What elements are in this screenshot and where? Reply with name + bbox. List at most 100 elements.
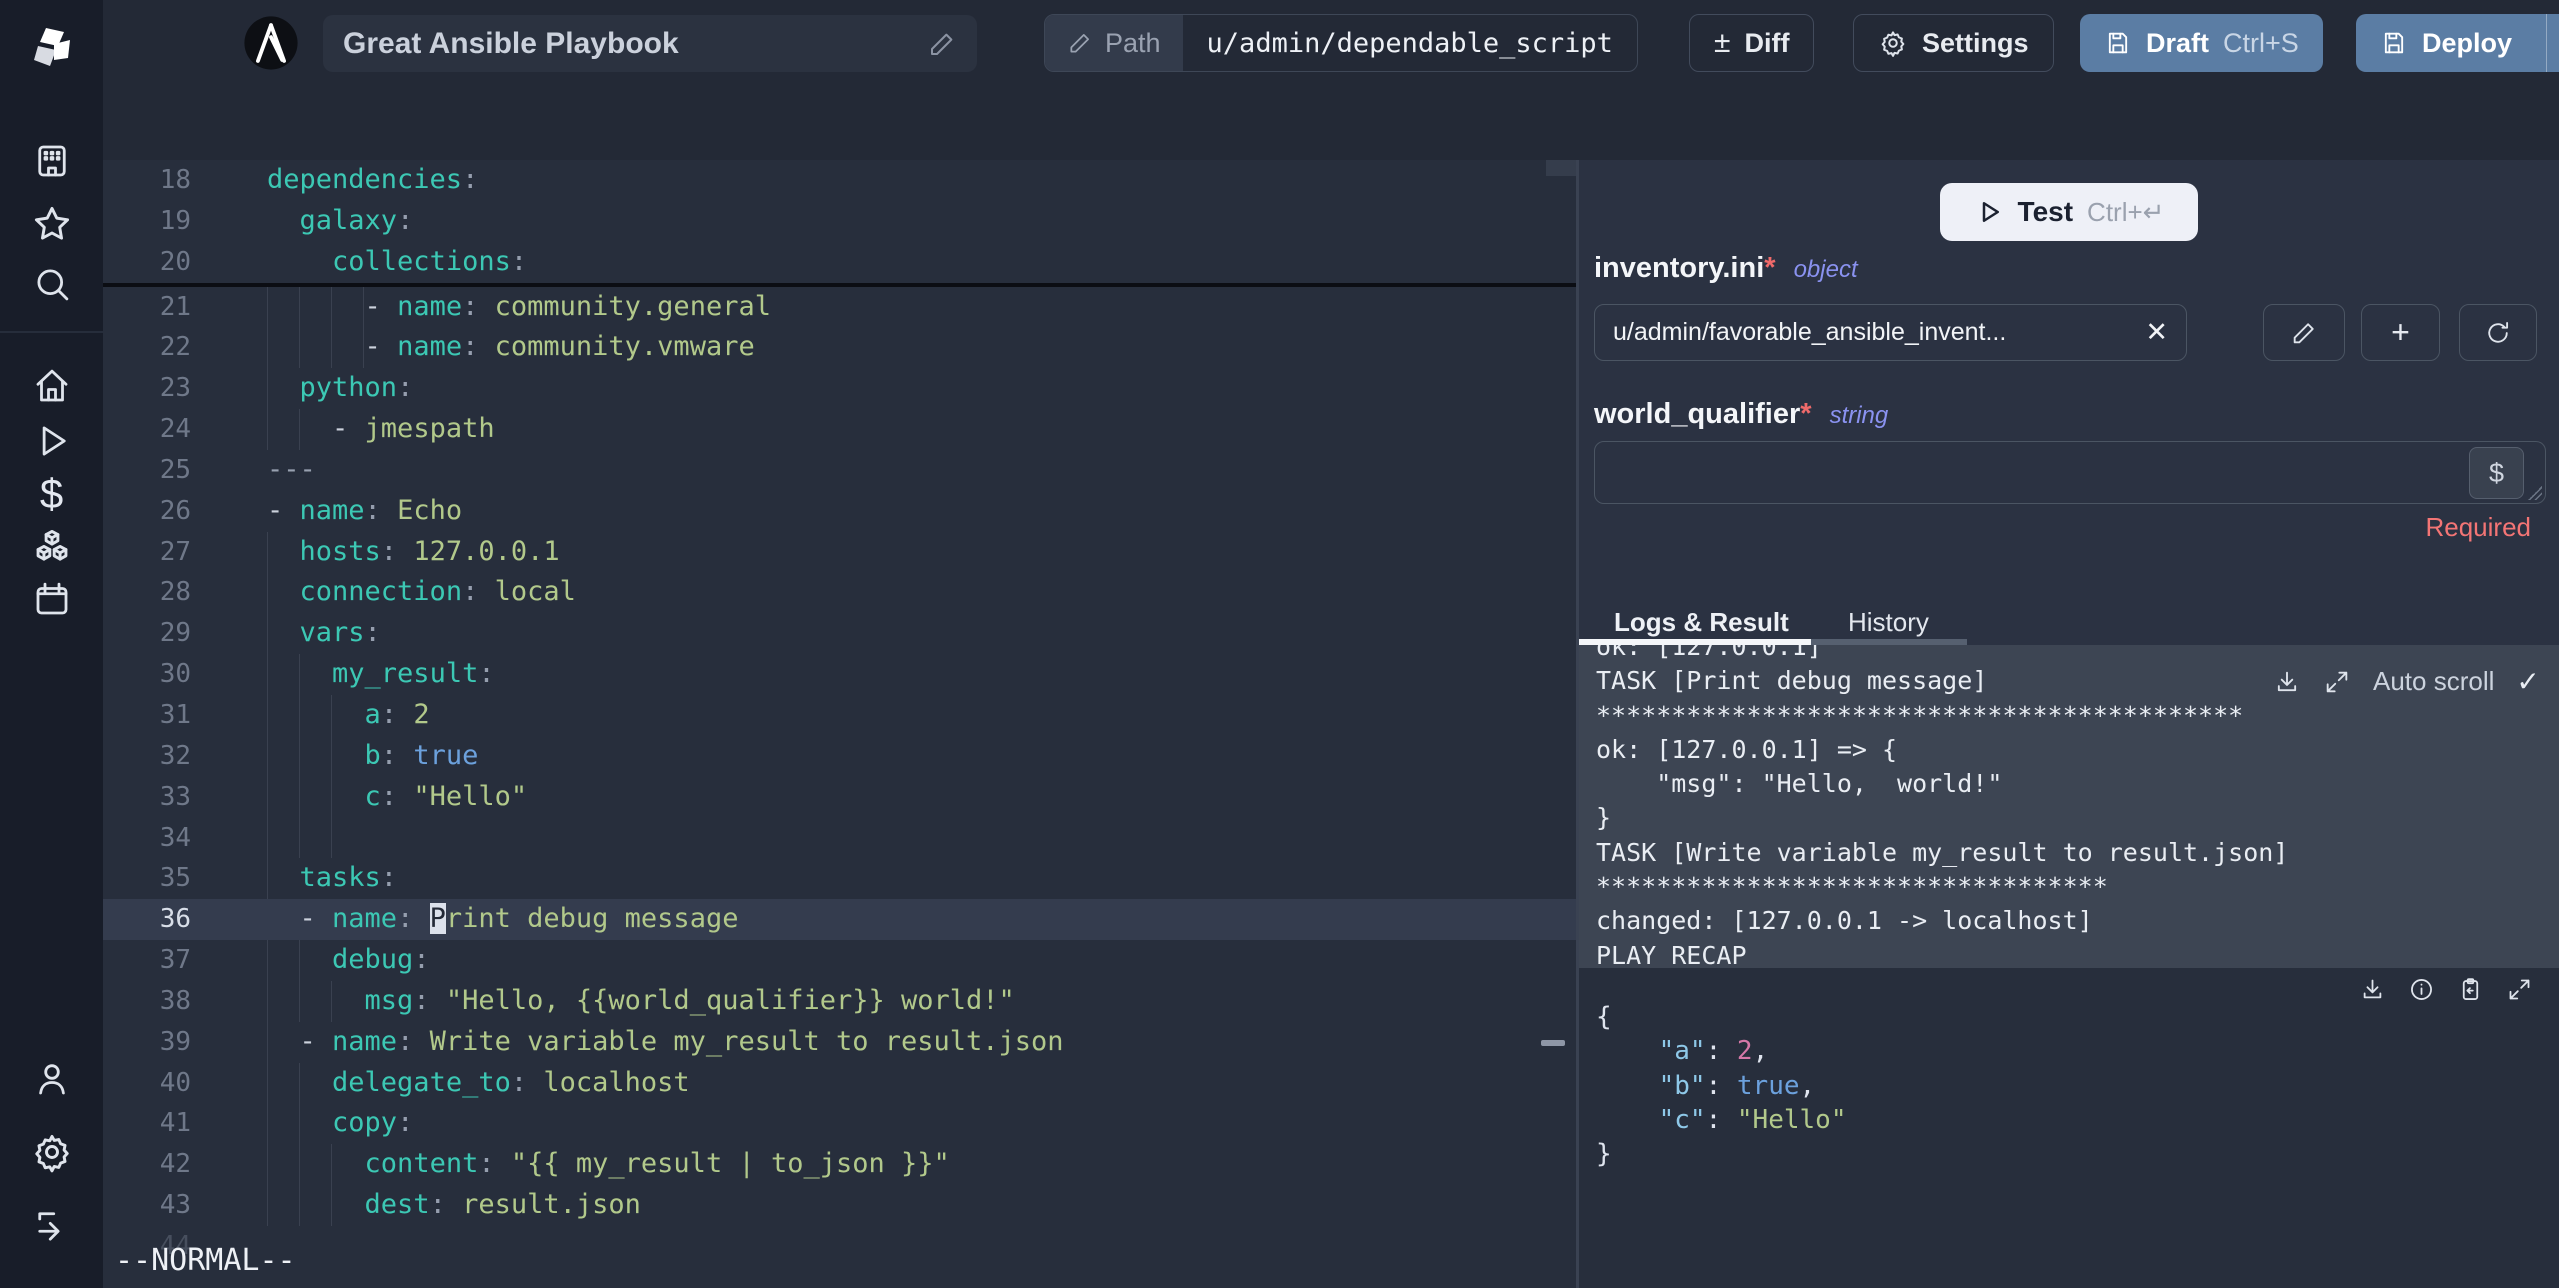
code-line-28[interactable]: 28 connection: local [103,572,1576,614]
token: : [1705,1036,1737,1067]
home-icon[interactable] [31,365,73,407]
add-resource-button[interactable]: + [2361,304,2440,361]
log-output-pane[interactable]: ok: [127.0.0.1] TASK [Print debug message… [1579,645,2559,968]
variable-picker-button[interactable]: $ [2469,447,2524,499]
download-result-icon[interactable] [2359,976,2386,1003]
token: : [397,372,414,404]
code-line-44[interactable]: 44 [103,1226,1576,1267]
code-line-38[interactable]: 38 msg: "Hello, {{world_qualifier}} worl… [103,980,1576,1022]
draft-shortcut: Ctrl+S [2223,27,2299,58]
token: rint debug message [445,903,739,935]
run-panel: Test Ctrl+↵ inventory.ini* object u/admin… [1579,160,2559,1288]
line-number: 26 [159,495,191,526]
code-line-40[interactable]: 40 delegate_to: localhost [103,1062,1576,1104]
log-line: ****************************************… [1596,700,2244,730]
code-line-20[interactable]: 20 collections: [103,242,1576,283]
test-button[interactable]: Test Ctrl+↵ [1940,183,2198,241]
tab-logs-result[interactable]: Logs & Result [1614,607,1789,638]
line-number: 43 [159,1190,191,1221]
line-number: 34 [159,822,191,853]
search-icon[interactable] [31,263,73,305]
token: P [429,903,446,935]
line-number: 36 [159,904,191,935]
token: "Hello, {{world_qualifier}} world!" [445,984,1015,1016]
world-qualifier-input[interactable] [1594,441,2546,504]
variables-dollar-icon[interactable]: $ [40,470,63,518]
code-line-25[interactable]: 25 --- [103,450,1576,491]
sticky-scroll-lines: 18 dependencies: 19 galaxy: 20 collections: [103,160,1576,287]
account-person-icon[interactable] [31,1058,73,1100]
code-editor[interactable]: 18 dependencies: 19 galaxy: 20 collections:… [103,160,1576,1288]
code-line-31[interactable]: 31 a: 2 [103,694,1576,736]
autoscroll-label: Auto scroll [2373,666,2495,696]
log-line: "msg": "Hello, world!" [1596,769,2003,799]
code-line-35[interactable]: 35 tasks: [103,858,1576,900]
copy-result-icon[interactable] [2457,976,2484,1003]
inventory-resource-input[interactable]: u/admin/favorable_ansible_invent... ✕ [1594,304,2187,361]
code-line-41[interactable]: 41 copy: [103,1103,1576,1145]
refresh-resource-button[interactable] [2459,304,2537,361]
token: - [299,1025,333,1057]
code-line-32[interactable]: 32 b: true [103,735,1576,777]
vim-mode-indicator: --NORMAL-- [115,1243,296,1278]
code-line-23[interactable]: 23 python: [103,368,1576,410]
expand-result-icon[interactable] [2506,976,2533,1003]
line-number: 40 [159,1067,191,1098]
log-line: TASK [Write variable my_result to result… [1596,837,2289,867]
token: "c" [1658,1104,1706,1135]
clear-resource-icon[interactable]: ✕ [2145,317,2168,348]
ansible-logo-icon [242,14,300,72]
code-line-22[interactable]: 22 - name: community.vmware [103,327,1576,369]
indent-guide [299,817,300,859]
token: "b" [1658,1070,1706,1101]
expand-logs-icon[interactable] [2323,668,2351,696]
result-info-icon[interactable] [2408,976,2435,1003]
deploy-button[interactable]: Deploy [2356,14,2559,72]
code-line-33[interactable]: 33 c: "Hello" [103,776,1576,818]
result-toolbar [2359,976,2533,1003]
code-line-37[interactable]: 37 debug: [103,940,1576,981]
code-line-34[interactable]: 34 [103,817,1576,859]
tab-history[interactable]: History [1848,607,1929,638]
code-line-21[interactable]: 21 - name: community.general [103,286,1576,328]
code-line-39[interactable]: 39 - name: Write variable my_result to r… [103,1021,1576,1063]
settings-gear-icon[interactable] [30,1130,74,1174]
script-title-field[interactable]: Great Ansible Playbook [323,15,977,72]
editor-scrollbar-thumb[interactable] [1546,160,1576,176]
token: : [478,658,495,690]
code-line-24[interactable]: 24 - jmespath [103,409,1576,450]
result-pane[interactable]: { "a": 2, "b": true, "c": "Hello"} [1579,968,2559,1288]
code-line-19[interactable]: 19 galaxy: [103,201,1576,242]
token: localhost [543,1066,690,1098]
edit-title-pencil-icon[interactable] [927,29,957,59]
textarea-resize-handle[interactable] [2528,486,2542,500]
draft-button[interactable]: Draft Ctrl+S [2080,14,2323,72]
code-line-36[interactable]: 36 - name: Print debug message [103,899,1576,941]
runs-play-icon[interactable] [31,420,73,462]
edit-resource-button[interactable] [2263,304,2345,361]
settings-button[interactable]: Settings [1853,14,2054,72]
autoscroll-checkmark-icon[interactable]: ✓ [2516,665,2539,698]
token: name [397,331,463,363]
code-line-18[interactable]: 18 dependencies: [103,160,1576,201]
favorites-star-icon[interactable] [30,202,74,246]
logout-icon[interactable] [31,1205,73,1247]
resources-cubes-icon[interactable] [30,525,74,569]
code-line-42[interactable]: 42 content: "{{ my_result | to_json }}" [103,1144,1576,1186]
code-line-29[interactable]: 29 vars: [103,613,1576,655]
path-field[interactable]: Path u/admin/dependable_script [1044,14,1638,72]
diff-button[interactable]: ± Diff [1689,14,1815,72]
download-logs-icon[interactable] [2273,668,2301,696]
code-line-43[interactable]: 43 dest: result.json [103,1185,1576,1226]
windmill-logo-icon[interactable] [24,20,80,76]
inventory-type: object [1793,256,1858,283]
code-line-30[interactable]: 30 my_result: [103,654,1576,695]
code-line-27[interactable]: 27 hosts: 127.0.0.1 [103,531,1576,573]
draft-label: Draft [2146,27,2210,58]
workspace-icon[interactable] [31,140,73,182]
code-line-26[interactable]: 26 - name: Echo [103,491,1576,532]
schedules-calendar-icon[interactable] [31,578,73,620]
